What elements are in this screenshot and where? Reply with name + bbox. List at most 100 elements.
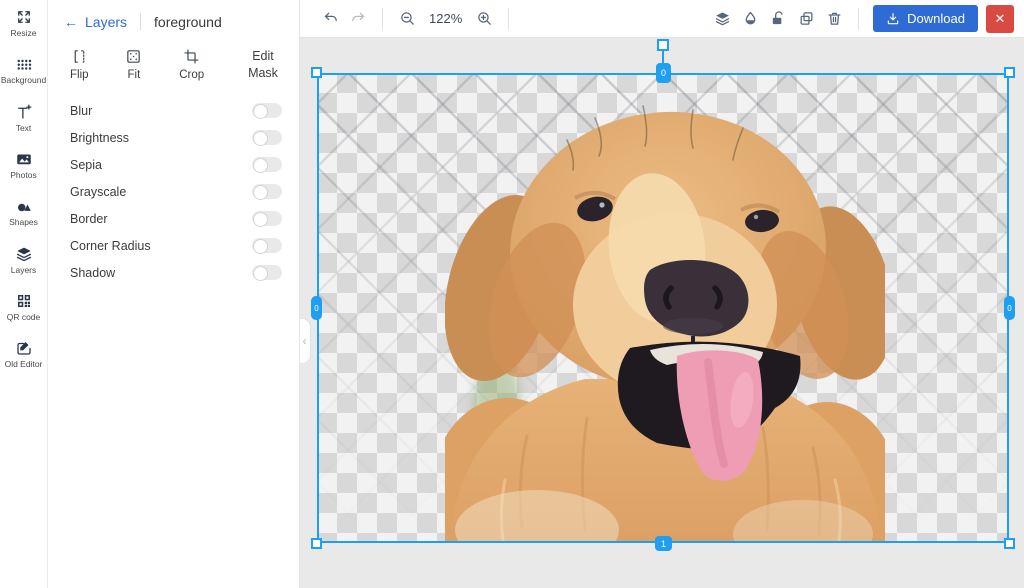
- sidebar-item-background[interactable]: Background: [0, 55, 48, 85]
- toggle-label: Shadow: [70, 265, 116, 280]
- badge-value: 0: [1007, 303, 1012, 313]
- badge-value: 0: [314, 303, 319, 313]
- flip-button[interactable]: Flip: [70, 48, 89, 81]
- resize-handle-top-right[interactable]: [1004, 67, 1015, 78]
- sidebar-item-label: Text: [15, 122, 32, 133]
- zoom-level: 122%: [429, 11, 463, 26]
- resize-handle-top-left[interactable]: [311, 67, 322, 78]
- border-toggle[interactable]: [252, 211, 282, 227]
- duplicate-icon: [800, 12, 813, 25]
- crop-icon: [184, 49, 199, 64]
- toolbar-separator: [858, 7, 860, 30]
- toggle-label: Border: [70, 211, 108, 226]
- toggle-label: Brightness: [70, 130, 130, 145]
- foreground-layer-artboard[interactable]: 0 0 0 1: [311, 39, 1015, 551]
- crop-button[interactable]: Crop: [179, 48, 204, 81]
- resize-handle-bottom-left[interactable]: [311, 538, 322, 549]
- sidebar-item-old-editor[interactable]: Old Editor: [0, 339, 48, 369]
- panel-collapse-tab[interactable]: ‹: [300, 318, 311, 364]
- zoom-out-button[interactable]: [393, 5, 421, 33]
- rotation-handle[interactable]: [657, 39, 669, 51]
- sepia-toggle[interactable]: [252, 157, 282, 173]
- resize-handle-right[interactable]: 0: [1004, 296, 1015, 320]
- download-button[interactable]: Download: [873, 5, 978, 32]
- toggle-row-shadow: Shadow: [48, 259, 299, 286]
- tool-label: Fit: [127, 69, 141, 81]
- unlock-icon: [772, 11, 783, 25]
- sidebar-item-layers[interactable]: Layers: [0, 245, 48, 275]
- toggle-label: Sepia: [70, 157, 102, 172]
- badge-value: 0: [660, 68, 666, 78]
- layer-order-button[interactable]: [708, 5, 736, 33]
- shadow-toggle[interactable]: [252, 265, 282, 281]
- sidebar-item-text[interactable]: Text: [0, 103, 48, 133]
- edit-mask-button[interactable]: Edit Mask: [241, 48, 285, 81]
- sidebar-item-label: Background: [0, 75, 47, 86]
- toolbar-separator: [508, 7, 510, 30]
- duplicate-button[interactable]: [792, 5, 820, 33]
- close-editor-button[interactable]: ✕: [986, 4, 1014, 33]
- opacity-drop-icon: [745, 11, 756, 25]
- sidebar-item-qr-code[interactable]: QR code: [0, 292, 48, 322]
- toggle-row-blur: Blur: [48, 97, 299, 124]
- sidebar-item-resize[interactable]: Resize: [0, 8, 48, 38]
- back-to-layers-link[interactable]: ← Layers: [64, 14, 127, 30]
- toggle-row-border: Border: [48, 205, 299, 232]
- old-editor-icon: [16, 342, 31, 356]
- fit-button[interactable]: Fit: [125, 48, 142, 81]
- corner-radius-toggle[interactable]: [252, 238, 282, 254]
- brightness-toggle[interactable]: [252, 130, 282, 146]
- trash-icon: [828, 12, 841, 25]
- tool-label: Edit Mask: [248, 49, 278, 80]
- back-arrow-icon: ←: [64, 13, 78, 30]
- selection-bottom-badge[interactable]: 1: [655, 536, 672, 551]
- editor-canvas[interactable]: ‹ 0 0 0 1: [300, 38, 1024, 588]
- resize-handle-left[interactable]: 0: [311, 296, 322, 320]
- badge-value: 1: [660, 538, 666, 549]
- redo-icon: [351, 12, 364, 22]
- text-icon: [17, 104, 31, 119]
- selection-top-badge[interactable]: 0: [656, 63, 671, 83]
- dog-photo[interactable]: [445, 98, 885, 543]
- flip-icon: [74, 50, 85, 63]
- toggle-row-brightness: Brightness: [48, 124, 299, 151]
- breadcrumb-divider: [140, 13, 142, 30]
- shapes-icon: [17, 204, 31, 212]
- resize-icon: [17, 11, 30, 23]
- sidebar-item-shapes[interactable]: Shapes: [0, 197, 48, 227]
- opacity-button[interactable]: [736, 5, 764, 33]
- layers-icon: [715, 12, 729, 26]
- sidebar-item-label: Shapes: [9, 217, 38, 228]
- effect-toggle-list: Blur Brightness Sepia Grayscale Border C…: [48, 97, 299, 286]
- toolbar-separator: [382, 7, 383, 30]
- tool-label: Crop: [179, 69, 205, 81]
- back-label: Layers: [85, 13, 128, 30]
- download-icon: [887, 12, 899, 24]
- delete-button[interactable]: [820, 5, 848, 33]
- photos-icon: [16, 154, 31, 165]
- sidebar-item-label: Old Editor: [4, 359, 43, 370]
- lock-button[interactable]: [764, 5, 792, 33]
- top-toolbar: 122% Download ✕: [300, 0, 1024, 38]
- toggle-row-sepia: Sepia: [48, 151, 299, 178]
- sidebar-item-label: Layers: [10, 264, 37, 275]
- sidebar-item-label: Photos: [10, 170, 37, 181]
- close-icon: ✕: [994, 10, 1006, 26]
- toggle-label: Corner Radius: [70, 238, 151, 253]
- toggle-row-corner-radius: Corner Radius: [48, 232, 299, 259]
- layers-icon: [16, 247, 31, 261]
- resize-handle-bottom-right[interactable]: [1004, 538, 1015, 549]
- zoom-out-icon: [400, 12, 414, 25]
- grayscale-toggle[interactable]: [252, 184, 282, 200]
- undo-button[interactable]: [316, 5, 344, 33]
- zoom-in-button[interactable]: [470, 5, 498, 33]
- sidebar-item-label: QR code: [6, 312, 41, 323]
- blur-toggle[interactable]: [252, 103, 282, 119]
- tool-label: Flip: [70, 69, 89, 81]
- redo-button[interactable]: [344, 5, 372, 33]
- layer-options-panel: ← Layers foreground Flip Fit Crop Edit M…: [48, 0, 300, 588]
- sidebar-item-photos[interactable]: Photos: [0, 150, 48, 180]
- toggle-label: Grayscale: [70, 184, 127, 199]
- background-icon: [17, 60, 31, 71]
- fit-icon: [127, 50, 141, 63]
